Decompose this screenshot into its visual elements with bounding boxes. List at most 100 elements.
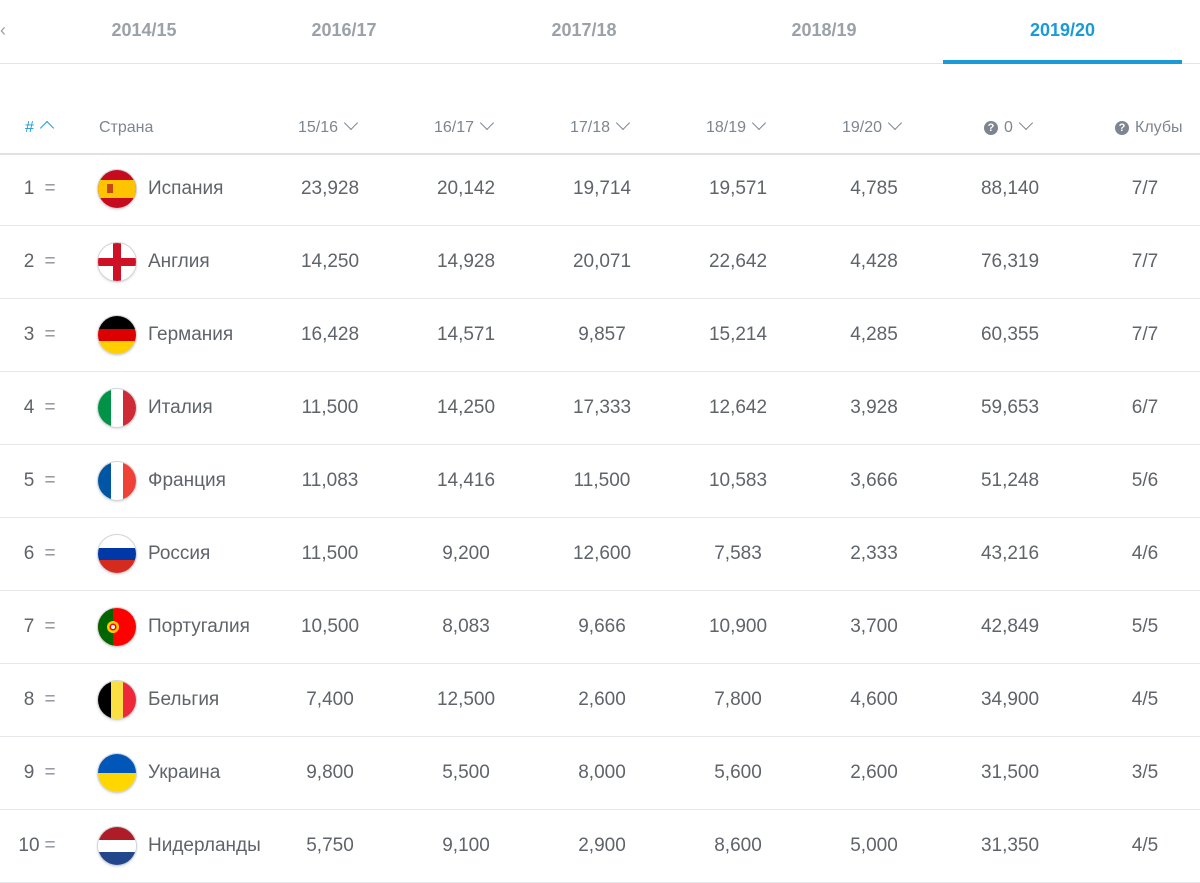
table-row[interactable]: 10 = Нидерланды 5,750 9,100 2,900 8,600 5,000 31… [0,810,1200,883]
position-change: = [44,251,56,272]
rank-cell: 6 [23,543,35,564]
cell-17-18: 9,857 [578,324,626,345]
table-row[interactable]: 1 = Испания 23,928 20,142 19,714 19,571 4,785 88… [0,153,1200,226]
cell-18-19: 10,583 [708,470,768,491]
country-name: Нидерланды [148,835,261,856]
position-change: = [44,470,56,491]
header-rank-label: # [25,119,34,136]
france-flag-icon [98,462,136,500]
chevron-down-icon [343,115,359,131]
cell-total: 76,319 [980,251,1040,272]
table-row[interactable]: 9 = Украина 9,800 5,500 8,000 5,600 2,600 31,500… [0,737,1200,810]
cell-15-16: 5,750 [306,835,354,856]
header-season-16-17-label: 16/17 [434,119,475,136]
cell-clubs: 7/7 [1131,324,1159,345]
netherlands-flag-icon [98,827,136,865]
cell-19-20: 4,428 [850,251,898,272]
table-row[interactable]: 7 = Португалия 10,500 8,083 9,666 10,900 3,700 4… [0,591,1200,664]
cell-15-16: 11,500 [301,543,359,564]
country-name: Италия [148,397,213,418]
country-name: Португалия [148,616,250,637]
cell-18-19: 7,583 [714,543,762,564]
cell-18-19: 8,600 [714,835,762,856]
country-name: Россия [148,543,211,564]
cell-19-20: 3,928 [850,397,898,418]
country-name: Бельгия [148,689,220,710]
cell-15-16: 7,400 [306,689,354,710]
country-name: Англия [148,251,210,272]
italy-flag-icon [98,389,136,427]
header-season-15-16-label: 15/16 [298,119,339,136]
cell-clubs: 4/5 [1131,689,1159,710]
header-season-16-17[interactable]: 16/17 [434,115,495,137]
cell-15-16: 11,500 [301,397,359,418]
cell-total: 42,849 [980,616,1040,637]
tab-2018-19[interactable]: 2018/19 [704,0,944,63]
table-row[interactable]: 2 = Англия 14,250 14,928 20,071 22,642 4,428 76,… [0,226,1200,299]
chevron-down-icon [751,115,767,131]
russia-flag-icon [98,535,136,573]
cell-total: 31,500 [980,762,1040,783]
cell-17-18: 11,500 [573,470,631,491]
header-season-17-18[interactable]: 17/18 [570,115,631,137]
scroll-left-icon[interactable]: ‹ [0,20,6,40]
cell-total: 34,900 [980,689,1040,710]
header-total[interactable]: ? 0 [984,115,1033,137]
cell-total: 59,653 [980,397,1040,418]
header-rank[interactable]: # [25,119,54,137]
tab-2017-18[interactable]: 2017/18 [464,0,704,63]
cell-16-17: 14,571 [436,324,496,345]
header-clubs[interactable]: ? Клубы [1115,119,1183,137]
help-icon[interactable]: ? [1115,121,1129,135]
table-row[interactable]: 5 = Франция 11,083 14,416 11,500 10,583 3,666 51… [0,445,1200,518]
table-row[interactable]: 8 = Бельгия 7,400 12,500 2,600 7,800 4,600 34,90… [0,664,1200,737]
cell-16-17: 9,100 [442,835,490,856]
cell-17-18: 8,000 [578,762,626,783]
cell-clubs: 5/6 [1131,470,1159,491]
cell-15-16: 14,250 [300,251,360,272]
header-season-18-19-label: 18/19 [706,119,747,136]
header-season-15-16[interactable]: 15/16 [298,115,359,137]
cell-clubs: 7/7 [1131,178,1159,199]
country-name: Франция [148,470,226,491]
tab-2019-20[interactable]: 2019/20 [943,0,1182,64]
cell-17-18: 9,666 [578,616,626,637]
header-country[interactable]: Страна [99,119,153,137]
cell-18-19: 19,571 [708,178,768,199]
cell-clubs: 7/7 [1131,251,1159,272]
position-change: = [44,324,56,345]
rank-cell: 10 [18,835,40,856]
cell-17-18: 2,600 [578,689,626,710]
england-flag-icon [98,243,136,281]
belgium-flag-icon [98,681,136,719]
table-row[interactable]: 4 = Италия 11,500 14,250 17,333 12,642 3,928 59,… [0,372,1200,445]
portugal-flag-icon [98,608,136,646]
position-change: = [44,543,56,564]
position-change: = [44,689,56,710]
chevron-down-icon [479,115,495,131]
rank-cell: 7 [23,616,35,637]
cell-19-20: 4,600 [850,689,898,710]
country-name: Германия [148,324,234,345]
rank-cell: 8 [23,689,35,710]
header-season-17-18-label: 17/18 [570,119,611,136]
cell-total: 51,248 [980,470,1040,491]
cell-clubs: 6/7 [1131,397,1159,418]
header-clubs-label: Клубы [1135,119,1183,136]
cell-15-16: 23,928 [300,178,360,199]
tab-2014-15[interactable]: 2014/15 [44,0,244,63]
tab-2016-17[interactable]: 2016/17 [244,0,444,63]
chevron-down-icon [615,115,631,131]
cell-18-19: 12,642 [708,397,768,418]
header-season-18-19[interactable]: 18/19 [706,115,767,137]
table-row[interactable]: 3 = Германия 16,428 14,571 9,857 15,214 4,285 60… [0,299,1200,372]
table-row[interactable]: 6 = Россия 11,500 9,200 12,600 7,583 2,333 43,21… [0,518,1200,591]
cell-16-17: 12,500 [436,689,496,710]
position-change: = [44,616,56,637]
cell-16-17: 8,083 [442,616,490,637]
header-season-19-20[interactable]: 19/20 [842,115,903,137]
cell-16-17: 20,142 [436,178,496,199]
position-change: = [44,178,56,199]
help-icon[interactable]: ? [984,121,998,135]
cell-15-16: 16,428 [300,324,360,345]
